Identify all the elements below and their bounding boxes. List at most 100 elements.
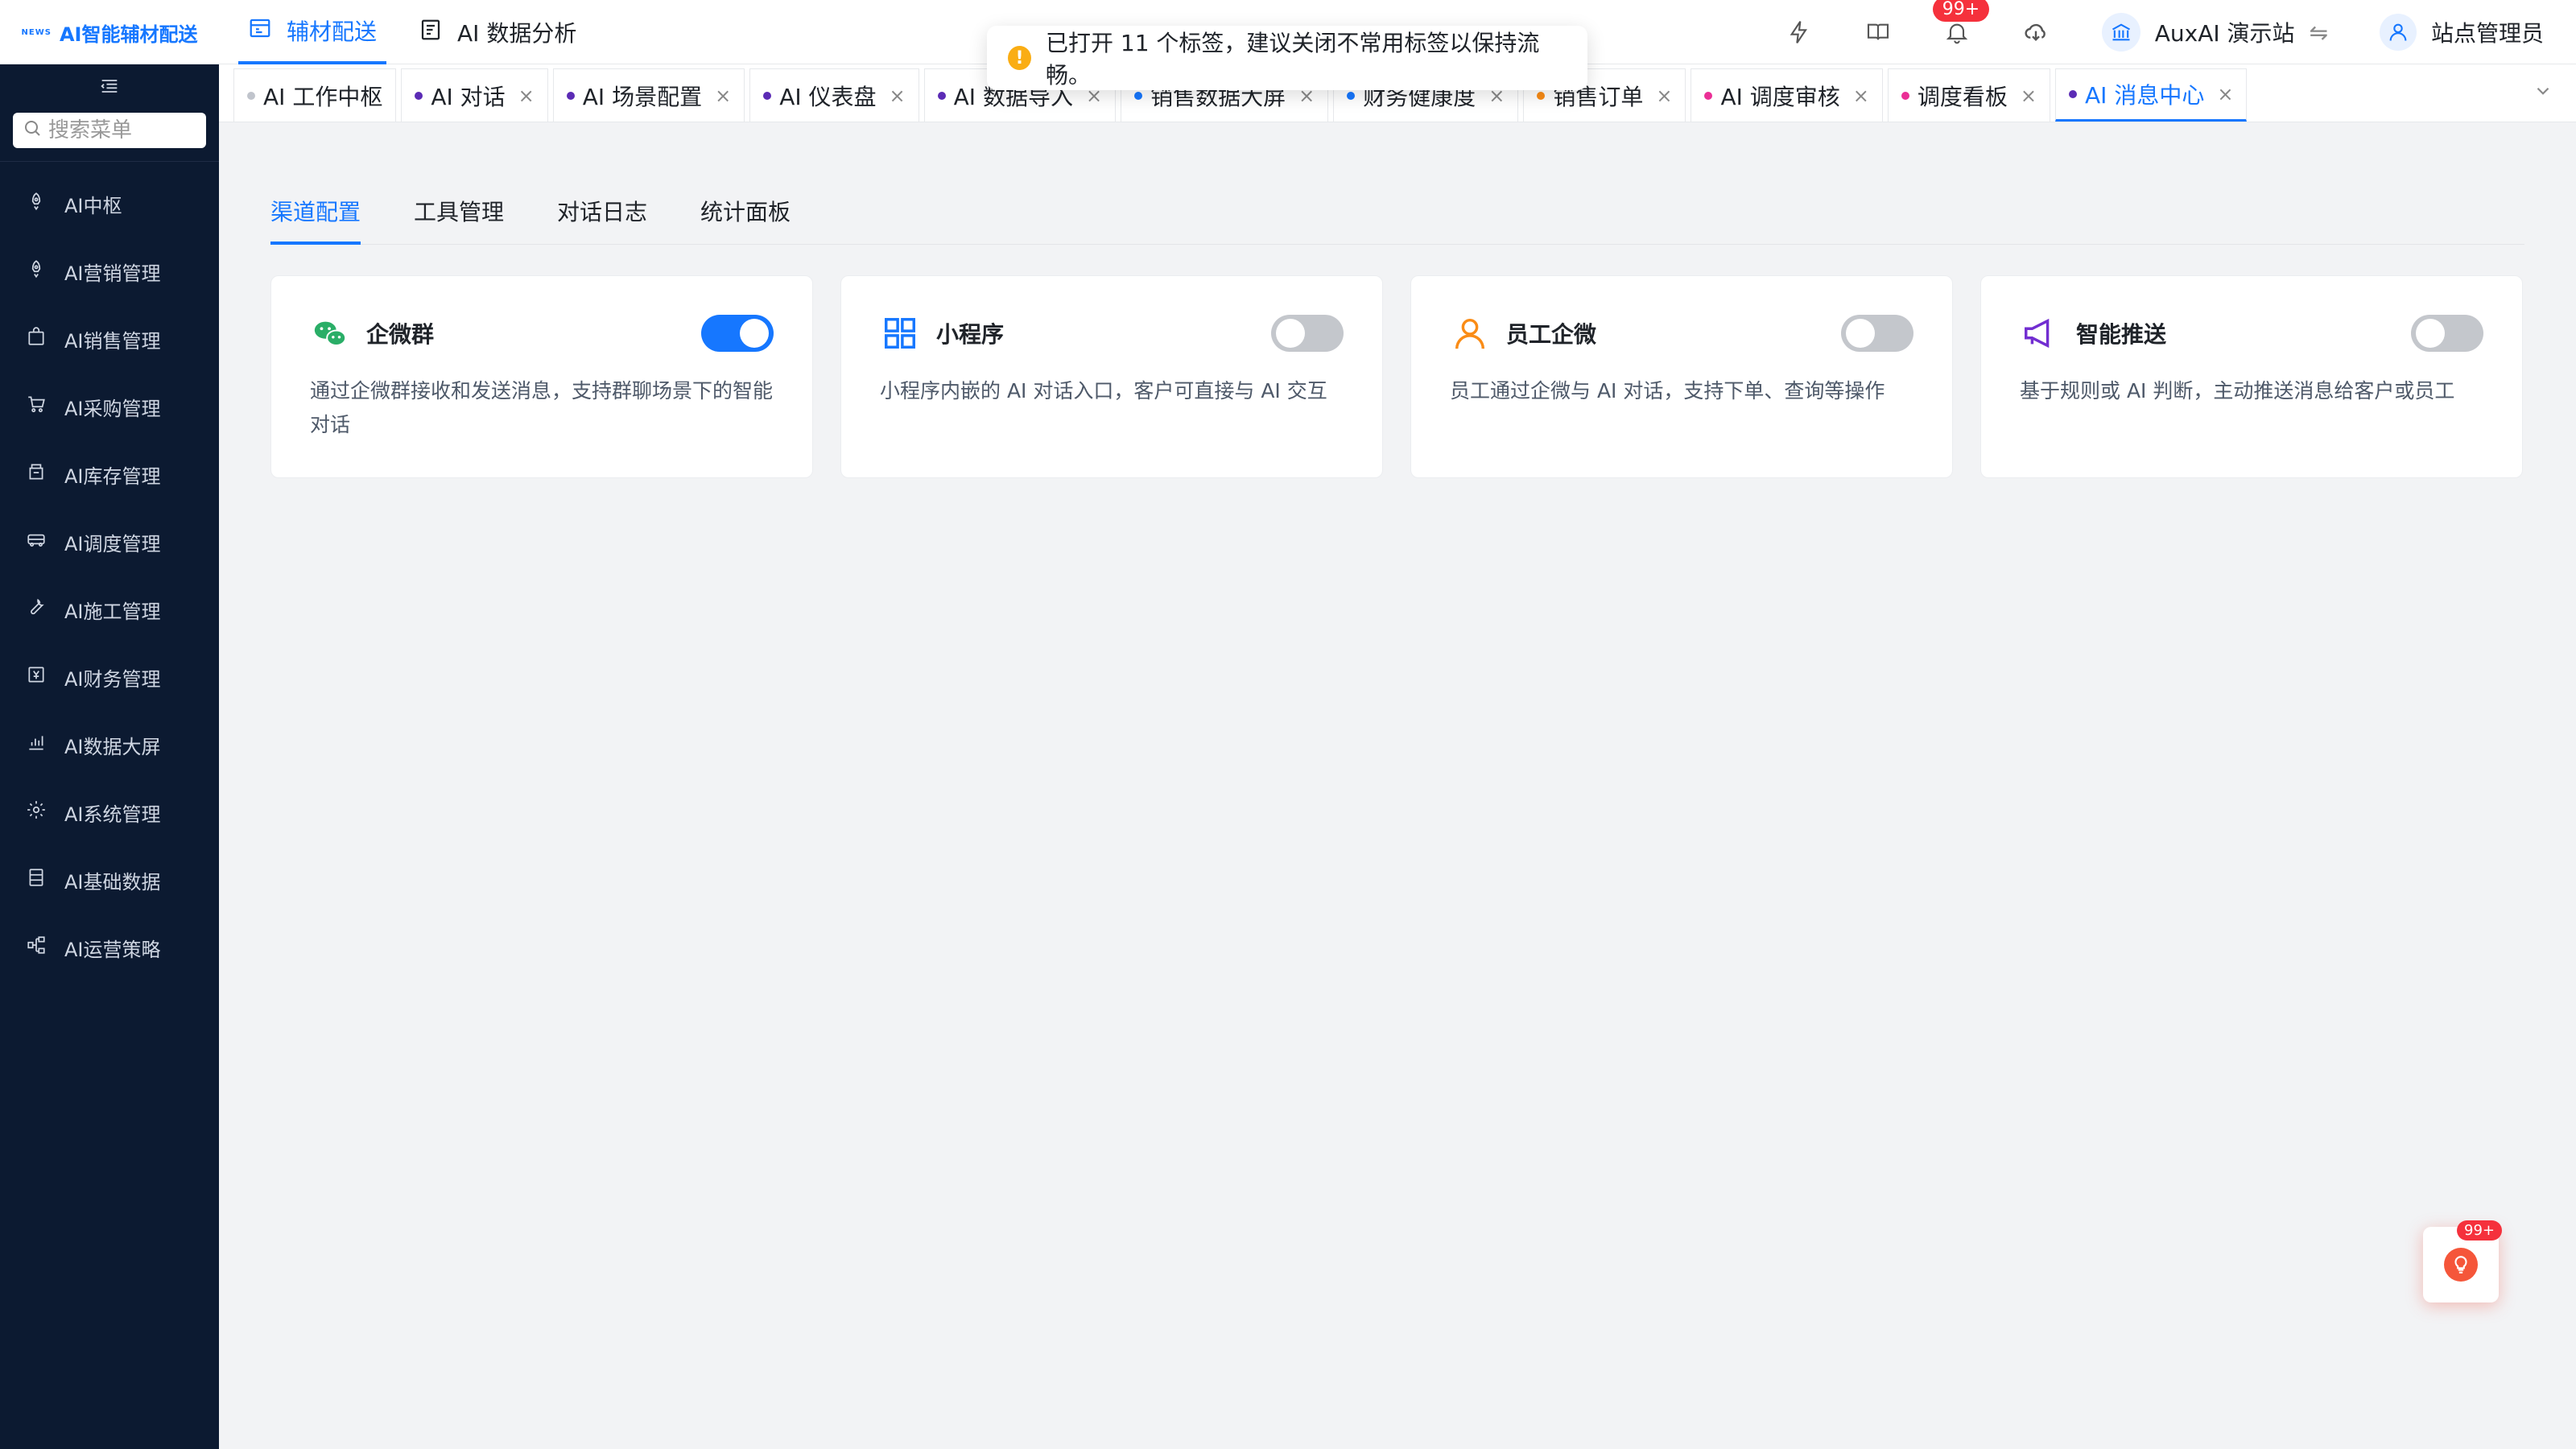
tab-dot bbox=[1537, 91, 1546, 100]
finance-icon bbox=[26, 664, 47, 690]
subtab-0[interactable]: 渠道配置 bbox=[270, 192, 361, 245]
topnav-label: 辅材配送 bbox=[287, 19, 378, 45]
subtab-2[interactable]: 对话日志 bbox=[557, 192, 647, 245]
tab-label: AI 消息中心 bbox=[2085, 82, 2205, 109]
user-menu[interactable]: 站点管理员 bbox=[2379, 14, 2544, 51]
wechat-icon bbox=[310, 313, 350, 353]
user-name: 站点管理员 bbox=[2430, 20, 2544, 47]
tab-dot bbox=[1134, 91, 1143, 100]
sidebar-item-1[interactable]: AI营销管理 bbox=[0, 237, 219, 305]
channel-toggle[interactable] bbox=[1271, 315, 1344, 352]
sidebar-item-10[interactable]: AI基础数据 bbox=[0, 846, 219, 914]
channel-cards: 企微群 通过企微群接收和发送消息，支持群聊场景下的智能对话 小程序 小程序内嵌的 AI… bbox=[270, 275, 2523, 478]
sidebar-item-0[interactable]: AI中枢 bbox=[0, 170, 219, 237]
floating-assistant-button[interactable]: 99+ bbox=[2423, 1220, 2502, 1302]
card-description: 通过企微群接收和发送消息，支持群聊场景下的智能对话 bbox=[310, 379, 774, 436]
sidebar-item-label: AI采购管理 bbox=[64, 397, 161, 420]
book-icon[interactable] bbox=[1862, 16, 1894, 48]
tab-dot bbox=[763, 91, 772, 100]
channel-card: 智能推送 基于规则或 AI 判断，主动推送消息给客户或员工 bbox=[1980, 275, 2523, 478]
top-nav: 辅材配送 AI 数据分析 bbox=[238, 0, 609, 64]
card-description: 员工通过企微与 AI 对话，支持下单、查询等操作 bbox=[1450, 379, 1885, 402]
bell-icon[interactable]: 99+ bbox=[1932, 0, 1990, 48]
sidebar-item-5[interactable]: AI调度管理 bbox=[0, 508, 219, 576]
database-icon bbox=[26, 867, 47, 893]
tab-label: AI 场景配置 bbox=[582, 83, 703, 110]
close-icon[interactable]: × bbox=[518, 85, 535, 107]
app-title: AI智能辅材配送 bbox=[59, 23, 198, 46]
close-icon[interactable]: × bbox=[890, 85, 906, 107]
sidebar-item-label: AI库存管理 bbox=[64, 464, 161, 488]
store-icon bbox=[248, 16, 272, 46]
subtab-1[interactable]: 工具管理 bbox=[414, 192, 504, 245]
sidebar-item-4[interactable]: AI库存管理 bbox=[0, 440, 219, 508]
tab-dot bbox=[566, 91, 575, 100]
page-tab[interactable]: AI 场景配置 × bbox=[552, 68, 745, 122]
channel-toggle[interactable] bbox=[1841, 315, 1913, 352]
sidebar-collapse-button[interactable] bbox=[0, 64, 219, 113]
tab-dot bbox=[415, 91, 423, 100]
sidebar-item-9[interactable]: AI系统管理 bbox=[0, 778, 219, 846]
topnav-item-analytics[interactable]: AI 数据分析 bbox=[409, 0, 586, 64]
close-icon[interactable]: × bbox=[715, 85, 731, 107]
megaphone-icon bbox=[2020, 313, 2060, 353]
cloud-download-icon[interactable] bbox=[2020, 16, 2052, 48]
sidebar-item-7[interactable]: AI财务管理 bbox=[0, 643, 219, 711]
card-title: 智能推送 bbox=[2076, 321, 2167, 348]
channel-toggle[interactable] bbox=[2411, 315, 2483, 352]
page-tab[interactable]: AI 工作中枢 bbox=[233, 68, 397, 122]
sidebar-item-8[interactable]: AI数据大屏 bbox=[0, 711, 219, 778]
page-tab[interactable]: 调度看板 × bbox=[1887, 68, 2051, 122]
sidebar-item-label: AI销售管理 bbox=[64, 329, 161, 353]
site-switcher[interactable]: AuxAI 演示站 ⇋ bbox=[2101, 13, 2328, 52]
tab-dot bbox=[247, 91, 255, 100]
channel-toggle[interactable] bbox=[701, 315, 774, 352]
cart-icon bbox=[26, 394, 47, 419]
sidebar-item-3[interactable]: AI采购管理 bbox=[0, 373, 219, 440]
sidebar-item-label: AI施工管理 bbox=[64, 600, 161, 623]
bar-chart-icon bbox=[26, 732, 47, 758]
page-tab[interactable]: AI 对话 × bbox=[401, 68, 548, 122]
swap-icon: ⇋ bbox=[2309, 19, 2328, 46]
warning-icon: ! bbox=[1008, 46, 1031, 70]
page-tab[interactable]: AI 消息中心 × bbox=[2055, 68, 2248, 122]
tab-dot bbox=[1347, 91, 1356, 100]
chevron-down-icon[interactable] bbox=[2533, 80, 2553, 107]
subtabs: 渠道配置 工具管理 对话日志 统计面板 bbox=[270, 192, 2524, 245]
notification-badge: 99+ bbox=[1932, 0, 1990, 22]
report-icon bbox=[419, 18, 443, 47]
main-content: 渠道配置 工具管理 对话日志 统计面板 企微群通过企微群接收和发送消息，支持群聊场景下… bbox=[219, 122, 2576, 1449]
gear-icon bbox=[26, 799, 47, 825]
wrench-icon bbox=[26, 597, 47, 622]
grid-icon bbox=[880, 313, 920, 353]
channel-card: 员工企微员工通过企微与 AI 对话，支持下单、查询等操作 bbox=[1410, 275, 1953, 478]
topnav-item-delivery[interactable]: 辅材配送 bbox=[238, 0, 387, 64]
card-title: 企微群 bbox=[366, 321, 435, 348]
sidebar-item-2[interactable]: AI销售管理 bbox=[0, 305, 219, 373]
sidebar: AI中枢 AI营销管理 AI销售管理 AI采购管理 AI库存管理 AI调度管理 AI施工管理… bbox=[0, 64, 219, 1449]
app-logo[interactable]: NEWS AI智能辅材配送 bbox=[0, 0, 219, 64]
lightning-icon[interactable] bbox=[1783, 16, 1815, 48]
bulb-icon bbox=[2444, 1248, 2478, 1282]
subtab-3[interactable]: 统计面板 bbox=[700, 192, 791, 245]
user-icon bbox=[1450, 313, 1490, 353]
logo-mark: NEWS bbox=[21, 27, 52, 37]
sidebar-item-label: AI数据大屏 bbox=[64, 735, 161, 758]
bag-icon bbox=[26, 326, 47, 352]
inventory-icon bbox=[26, 461, 47, 487]
sidebar-menu: AI中枢 AI营销管理 AI销售管理 AI采购管理 AI库存管理 AI调度管理 AI施工管理… bbox=[0, 162, 219, 981]
sidebar-item-label: AI系统管理 bbox=[64, 803, 161, 826]
close-icon[interactable]: × bbox=[2217, 83, 2233, 105]
card-title: 员工企微 bbox=[1506, 321, 1597, 348]
menu-search-input[interactable] bbox=[48, 118, 193, 142]
sidebar-item-11[interactable]: AI运营策略 bbox=[0, 914, 219, 981]
tab-dot bbox=[1704, 91, 1713, 100]
close-icon[interactable]: × bbox=[2021, 85, 2037, 107]
sidebar-item-6[interactable]: AI施工管理 bbox=[0, 576, 219, 643]
close-icon[interactable]: × bbox=[1656, 85, 1672, 107]
search-icon bbox=[23, 118, 42, 143]
page-tab[interactable]: AI 调度审核 × bbox=[1690, 68, 1883, 122]
page-tab[interactable]: AI 仪表盘 × bbox=[749, 68, 919, 122]
card-description: 小程序内嵌的 AI 对话入口，客户可直接与 AI 交互 bbox=[880, 379, 1327, 402]
close-icon[interactable]: × bbox=[1853, 85, 1869, 107]
